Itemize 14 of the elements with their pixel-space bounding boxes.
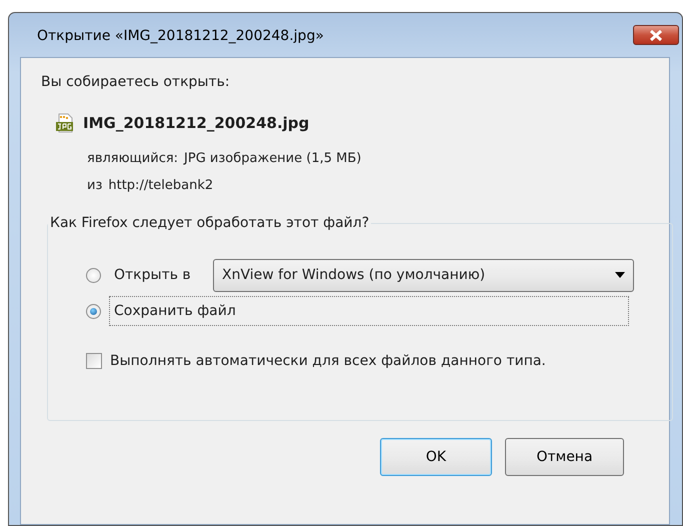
dialog-button[interactable]: Отмена [505, 438, 624, 476]
dialog-button[interactable]: OK [380, 438, 492, 476]
option-label[interactable]: Сохранить файл [109, 296, 629, 326]
source-label: из [87, 178, 102, 193]
intro-text: Вы собираетесь открыть: [41, 74, 231, 90]
application-dropdown[interactable]: XnView for Windows (по умолчанию) [213, 258, 634, 292]
type-value: JPG изображение (1,5 МБ) [184, 151, 362, 166]
option-label[interactable]: Открыть в [109, 260, 205, 290]
source-url: http://telebank2 [108, 178, 214, 193]
checkbox-label[interactable]: Выполнять автоматически для всех файлов данного типа. [110, 353, 546, 369]
file-name: IMG_20181212_200248.jpg [83, 114, 310, 132]
window-title: Открытие «IMG_20181212_200248.jpg» [36, 27, 324, 44]
type-label: являющийся: [87, 151, 178, 166]
group-legend: Как Firefox следует обработать этот файл? [48, 215, 372, 231]
